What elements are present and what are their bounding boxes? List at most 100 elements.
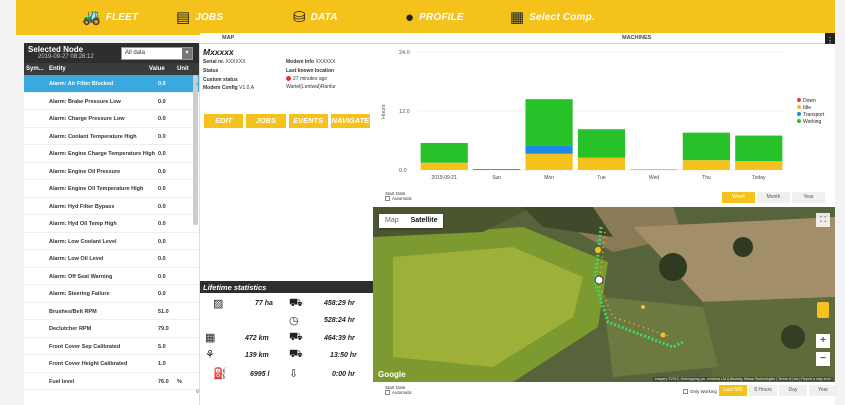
table-row[interactable]: Alarm: Engine Charge Temperature High 0.0 — [24, 145, 199, 163]
street-view-pegman-icon[interactable] — [817, 302, 829, 318]
lifetime-statistics: Lifetime statistics ▨ 77 ha ⛟ 458:29 hr … — [200, 281, 373, 405]
range-week[interactable]: Week — [722, 192, 755, 203]
serial-label: Serial nr. — [203, 59, 225, 65]
table-row[interactable]: Alarm: Air Filter Blocked 0.0 — [24, 75, 199, 93]
range-8-hours[interactable]: 8 Hours — [749, 385, 777, 396]
nav-jobs[interactable]: ▤ JOBS — [176, 0, 223, 35]
road-icon: ▦ — [205, 332, 216, 344]
legend-item[interactable]: Working — [797, 119, 824, 126]
table-row[interactable]: Alarm: Hyd Filter Bypass 0.0 — [24, 198, 199, 215]
edit-button[interactable]: EDIT — [204, 114, 244, 128]
table-row[interactable]: Declutcher RPM 79.0 — [24, 320, 199, 338]
jobs-button[interactable]: JOBS — [246, 114, 286, 128]
legend-dot-icon — [797, 119, 801, 123]
x-tick-label: Thu — [702, 175, 711, 181]
navigate-button[interactable]: NAVIGATE — [330, 114, 370, 128]
legend-item[interactable]: Idle — [797, 105, 824, 112]
bar-idle — [420, 162, 468, 170]
map-attribution[interactable]: Imagery ©2019, Getmapping plc, Infoterra… — [652, 377, 833, 381]
table-row[interactable]: Alarm: Steering Failure 0.0 — [24, 285, 199, 303]
row-value: 0.0 — [158, 168, 166, 175]
last-known-time: 27 minutes ago — [286, 76, 327, 82]
table-row[interactable]: Front Cover Sep Calibrated 5.0 — [24, 338, 199, 355]
data-filter-select[interactable]: All data ▾ — [121, 47, 193, 60]
zoom-in-button[interactable]: + — [816, 334, 830, 348]
col-unit[interactable]: Unit — [177, 66, 189, 72]
activity-chart: 0.0 12.0 24.0 Hours 2019-09-21 Sun Mon Tue Wed Th… — [373, 44, 835, 207]
row-value: 5.0 — [158, 343, 166, 350]
tab-machines[interactable]: MACHINES — [622, 35, 651, 41]
scrollbar[interactable] — [193, 75, 198, 225]
x-tick-label: Today — [752, 175, 766, 181]
map-automatic-checkbox[interactable] — [385, 390, 390, 396]
scroll-up-icon[interactable]: ^ — [196, 83, 199, 89]
row-entity: Alarm: Hyd Filter Bypass — [49, 203, 115, 210]
legend-item[interactable]: Down — [797, 98, 824, 105]
table-row[interactable]: Alarm: Charge Pressure Low 0.0 — [24, 110, 199, 128]
only-working-toggle[interactable]: Only Working — [683, 389, 717, 395]
range-last-500[interactable]: Last 500 — [719, 385, 747, 396]
table-row[interactable]: Alarm: Coolant Temperature High 0.0 — [24, 128, 199, 145]
table-row[interactable]: Alarm: Low Coolant Level 0.0 — [24, 233, 199, 250]
zoom-out-button[interactable]: − — [816, 352, 830, 366]
row-value: 0.0 — [158, 116, 166, 122]
document-icon: ▤ — [176, 9, 191, 26]
table-row[interactable]: Front Cover Height Calibrated 1.0 — [24, 355, 199, 373]
legend-label: Down — [803, 98, 816, 104]
row-entity: Alarm: Coolant Temperature High — [49, 133, 137, 140]
col-sym[interactable]: Sym... — [26, 66, 44, 72]
row-entity: Alarm: Off Seat Warning — [49, 273, 113, 280]
table-row[interactable]: Alarm: Engine Oil Temperature High 0.0 — [24, 180, 199, 198]
map-type-satellite[interactable]: Satellite — [405, 214, 444, 228]
stat-transport-hours: 0:00 hr — [332, 371, 355, 378]
col-value[interactable]: Value — [149, 66, 165, 72]
stat-total-hours: 528:24 hr — [324, 317, 355, 324]
legend-item[interactable]: Transport — [797, 112, 824, 119]
map-type-map[interactable]: Map — [379, 214, 405, 228]
range-year-map[interactable]: Year — [809, 385, 837, 396]
row-entity: Alarm: Hyd Oil Temp High — [49, 221, 117, 227]
selected-node-header: Selected Node 2019-09-27 08:28:12 All da… — [24, 43, 199, 63]
machine-name: Mxxxxx — [203, 47, 234, 57]
last-known-location[interactable]: Wartel(Lentwal)Ranfur — [286, 84, 336, 90]
table-row[interactable]: Alarm: Brake Pressure Low 0.0 — [24, 93, 199, 110]
activity-chart-svg: 0.0 12.0 24.0 Hours 2019-09-21 Sun Mon Tue Wed Th… — [381, 50, 785, 181]
table-row[interactable]: Alarm: Off Seat Warning 0.0 — [24, 268, 199, 285]
bar-working — [525, 99, 573, 146]
fullscreen-icon[interactable]: ⛶ — [816, 213, 830, 227]
row-entity: Alarm: Air Filter Blocked — [49, 81, 114, 87]
table-row[interactable]: Alarm: Low Oil Level 0.0 — [24, 250, 199, 268]
serial-value: XXXXXX — [225, 59, 246, 65]
field-icon: ⚘ — [205, 349, 215, 361]
chart-automatic-checkbox[interactable] — [385, 196, 390, 202]
satellite-map[interactable]: Map Satellite ⛶ + − Google Imagery ©2019… — [373, 207, 835, 382]
nav-select-company[interactable]: ▦ Select Comp. — [510, 0, 595, 35]
col-entity[interactable]: Entity — [49, 66, 66, 72]
nav-profile[interactable]: ● PROFILE — [405, 0, 464, 35]
machine-details: Mxxxxx Serial nr. XXXXXX Modem Info XXXX… — [200, 44, 373, 281]
lifetime-title: Lifetime statistics — [200, 281, 373, 293]
table-row[interactable]: Fuel level 76.0% — [24, 373, 199, 390]
action-buttons: EDIT JOBS EVENTS NAVIGATE — [204, 114, 370, 128]
modem-field: Modem Info XXXXXX — [286, 59, 335, 65]
table-row[interactable]: Brushes/Belt RPM 51.0 — [24, 303, 199, 320]
table-row[interactable]: Alarm: Engine Oil Pressure 0.0 — [24, 163, 199, 180]
only-working-checkbox[interactable] — [683, 389, 688, 395]
table-row[interactable]: Alarm: Hyd Oil Temp High 0.0 — [24, 215, 199, 233]
nav-data[interactable]: ⛁ DATA — [293, 0, 338, 35]
range-day[interactable]: Day — [779, 385, 807, 396]
range-year[interactable]: Year — [792, 192, 825, 203]
range-month[interactable]: Month — [757, 192, 790, 203]
tab-map[interactable]: MAP — [222, 35, 234, 41]
legend-dot-icon — [797, 98, 801, 102]
nav-fleet[interactable]: 🚜 FLEET — [82, 0, 138, 35]
x-tick-label: 2019-09-21 — [431, 175, 457, 181]
chart-legend: Down Idle Transport Working — [797, 98, 824, 126]
bar-working — [577, 129, 626, 158]
clock-icon: ◷ — [289, 315, 299, 327]
config-label: Modem Config — [203, 85, 238, 91]
row-entity: Fuel level — [49, 378, 75, 385]
scroll-down-icon[interactable]: v — [196, 389, 199, 395]
row-value: 0.0 — [158, 186, 166, 192]
events-button[interactable]: EVENTS — [288, 114, 328, 128]
